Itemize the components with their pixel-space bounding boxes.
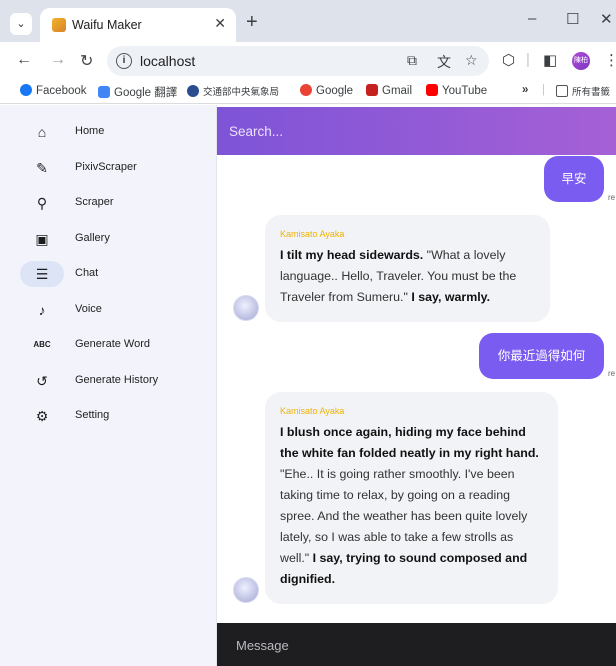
more-bookmarks-button[interactable]: »: [522, 84, 528, 96]
sidebar-item-setting[interactable]: ⚙ Setting: [20, 403, 210, 429]
ai-message-bubble: Kamisato Ayaka I tilt my head sidewards.…: [265, 215, 550, 322]
bookmark-youtube[interactable]: YouTube: [426, 84, 487, 97]
sender-name: Kamisato Ayaka: [280, 406, 345, 416]
tab-search-button[interactable]: ⌄: [10, 13, 32, 35]
brush-icon: ✎: [36, 160, 48, 176]
sidebar-item-label: Home: [75, 125, 105, 137]
microphone-icon: ♪: [38, 302, 46, 318]
bookmark-weather-bureau[interactable]: 交通部中央氣象局: [187, 84, 279, 98]
bookmarks-divider: |: [542, 84, 545, 96]
sidebar-item-voice[interactable]: ♪ Voice: [20, 297, 210, 323]
sidebar-item-generate-word[interactable]: ABC Generate Word: [20, 332, 210, 358]
address-bar[interactable]: i localhost ⧉ 文 ☆: [107, 46, 489, 76]
sidebar-item-label: Generate Word: [75, 338, 151, 350]
search-zoom-icon: ⚲: [36, 195, 48, 211]
reload-icon[interactable]: ↻: [80, 51, 93, 71]
chat-panel: Search... 早安 re Kamisato Ayaka I tilt my…: [217, 105, 616, 666]
sidebar-item-label: Chat: [75, 267, 99, 279]
user-message-bubble: 你最近過得如何: [479, 333, 604, 379]
youtube-icon: [426, 84, 438, 96]
sidebar-item-home[interactable]: ⌂ Home: [20, 119, 210, 145]
sidebar-item-label: Gallery: [75, 232, 110, 244]
folder-icon: [556, 85, 568, 97]
sidebar-item-pixivscraper[interactable]: ✎ PixivScraper: [20, 155, 210, 181]
google-translate-icon: [98, 86, 110, 98]
bookmarks-bar: Facebook Google 翻譯 交通部中央氣象局 Google Gmail…: [0, 80, 616, 104]
browser-toolbar: ← → ↻ i localhost ⧉ 文 ☆ ⬡ | ◧ 陳柏 ⋮: [0, 42, 616, 80]
message-composer[interactable]: Message: [217, 623, 616, 666]
message-text: I tilt my head sidewards. "What a lovely…: [280, 248, 517, 304]
message-text: I blush once again, hiding my face behin…: [280, 425, 539, 586]
message-status: re: [608, 369, 616, 378]
toolbar-divider: |: [526, 51, 530, 68]
profile-avatar[interactable]: 陳柏: [572, 52, 590, 70]
sidebar-item-chat[interactable]: ☰ Chat: [20, 261, 210, 287]
install-app-icon[interactable]: ⧉: [407, 52, 417, 69]
close-window-button[interactable]: ✕: [600, 10, 613, 28]
gmail-icon: [366, 84, 378, 96]
sidebar-item-label: PixivScraper: [75, 161, 137, 173]
tab-title: Waifu Maker: [72, 18, 142, 32]
avatar: [233, 577, 259, 603]
waifu-maker-favicon-icon: [52, 18, 66, 32]
site-info-icon[interactable]: i: [116, 53, 132, 69]
sidebar-item-label: Scraper: [75, 196, 114, 208]
forward-arrow-icon[interactable]: →: [50, 51, 66, 69]
browser-menu-icon[interactable]: ⋮: [604, 51, 616, 69]
image-icon: ▣: [35, 231, 49, 247]
url-text[interactable]: localhost: [140, 53, 195, 69]
sender-name: Kamisato Ayaka: [280, 229, 345, 239]
tab-close-icon[interactable]: ✕: [214, 15, 226, 32]
ai-message-bubble: Kamisato Ayaka I blush once again, hidin…: [265, 392, 558, 604]
side-panel-icon[interactable]: ◧: [543, 51, 557, 69]
sidebar-item-generate-history[interactable]: ↺ Generate History: [20, 368, 210, 394]
bookmark-google-translate[interactable]: Google 翻譯: [98, 84, 177, 100]
avatar: [233, 295, 259, 321]
translate-icon[interactable]: 文: [437, 52, 451, 72]
weather-bureau-icon: [187, 85, 199, 97]
new-tab-button[interactable]: +: [246, 12, 258, 32]
bookmark-gmail[interactable]: Gmail: [366, 84, 412, 97]
sidebar-item-gallery[interactable]: ▣ Gallery: [20, 226, 210, 252]
search-bar[interactable]: Search...: [217, 107, 616, 155]
bookmark-google[interactable]: Google: [300, 84, 353, 97]
maximize-button[interactable]: ☐: [566, 10, 579, 28]
browser-tab[interactable]: Waifu Maker ✕: [40, 8, 236, 42]
abc-icon: ABC: [33, 340, 51, 349]
google-icon: [300, 84, 312, 96]
minimize-button[interactable]: –: [528, 10, 536, 27]
sidebar-item-label: Generate History: [75, 374, 159, 386]
all-bookmarks-button[interactable]: 所有書籤: [556, 84, 610, 98]
message-input[interactable]: Message: [236, 638, 289, 653]
sidebar-item-label: Voice: [75, 303, 102, 315]
search-input[interactable]: Search...: [229, 124, 283, 139]
extensions-icon[interactable]: ⬡: [502, 51, 515, 69]
browser-tab-strip: ⌄ Waifu Maker ✕ + – ☐ ✕: [0, 0, 616, 42]
bookmark-star-icon[interactable]: ☆: [465, 52, 478, 69]
sidebar: ⌂ Home ✎ PixivScraper ⚲ Scraper ▣ Galler…: [0, 105, 217, 666]
back-arrow-icon[interactable]: ←: [16, 51, 32, 69]
sidebar-item-label: Setting: [75, 409, 110, 421]
user-message-bubble: 早安: [544, 156, 604, 202]
history-icon: ↺: [36, 373, 48, 389]
gear-icon: ⚙: [35, 408, 49, 424]
message-status: re: [608, 193, 616, 202]
home-icon: ⌂: [37, 124, 47, 140]
facebook-icon: [20, 84, 32, 96]
sidebar-item-scraper[interactable]: ⚲ Scraper: [20, 190, 210, 216]
bookmark-facebook[interactable]: Facebook: [20, 84, 87, 97]
chat-icon: ☰: [20, 261, 64, 287]
